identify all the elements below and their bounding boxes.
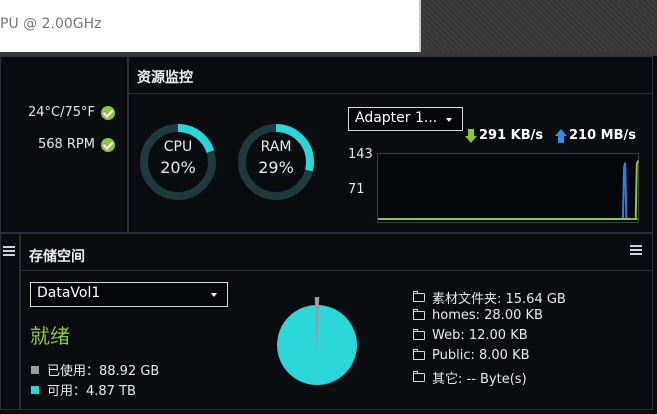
- cpu-gauge-label: CPU: [163, 139, 193, 155]
- chevron-down-icon: [446, 118, 452, 122]
- storage-title: 存储空间: [29, 249, 85, 265]
- resource-monitor-panel: 资源监控 CPU 20% RAM 29% Adapter 1... 291 KB…: [128, 56, 653, 233]
- folder-icon: [413, 309, 425, 320]
- cpu-gauge: CPU 20%: [138, 122, 218, 202]
- list-menu-icon[interactable]: [630, 245, 642, 255]
- folder-item: Web: 12.00 KB: [413, 328, 528, 343]
- adapter-select[interactable]: Adapter 1...: [348, 107, 463, 131]
- check-ok-icon: [101, 105, 115, 120]
- folder-icon: [413, 291, 425, 302]
- resource-monitor-title: 资源监控: [137, 70, 193, 86]
- folder-icon: [413, 349, 425, 360]
- left-panel-fragment: [0, 233, 20, 410]
- used-label: 已使用：88.92 GB: [47, 364, 160, 379]
- download-speed-value: 291 KB/s: [479, 128, 544, 143]
- download-arrow-icon: [465, 128, 477, 143]
- folder-label: homes: 28.00 KB: [432, 308, 543, 323]
- used-legend: 已使用：88.92 GB: [31, 360, 159, 379]
- fan-row: 568 RPM: [38, 137, 115, 152]
- temperature-row: 24°C/75°F: [28, 105, 115, 120]
- used-swatch: [31, 365, 39, 374]
- network-chart: [377, 153, 639, 223]
- folder-icon: [413, 371, 425, 382]
- desktop-background: [421, 0, 657, 53]
- storage-header: 存储空间: [21, 234, 652, 271]
- cpu-gauge-value: 20%: [160, 158, 196, 177]
- upload-speed: 210 MB/s: [555, 128, 636, 143]
- storage-panel: 存储空间 DataVol1 就绪 已使用：88.92 GB 可用：4.87 TB…: [20, 233, 653, 410]
- temperature-value: 24°C/75°F: [27, 105, 95, 120]
- chevron-down-icon: [211, 293, 217, 297]
- folder-label: Web: 12.00 KB: [432, 328, 528, 343]
- folder-item: 素材文件夹: 15.64 GB: [413, 288, 566, 307]
- free-swatch: [31, 385, 39, 394]
- adapter-select-value: Adapter 1...: [355, 110, 438, 126]
- volume-select[interactable]: DataVol1: [30, 282, 228, 307]
- folder-icon: [413, 329, 425, 340]
- ram-gauge-value: 29%: [258, 158, 294, 177]
- cpu-model-text: PU @ 2.00GHz: [0, 16, 102, 32]
- free-legend: 可用：4.87 TB: [31, 380, 136, 399]
- folder-label: 其它: -- Byte(s): [432, 372, 527, 387]
- folder-item: 其它: -- Byte(s): [413, 368, 527, 387]
- resource-monitor-header: 资源监控: [129, 57, 652, 94]
- upload-arrow-icon: [555, 128, 567, 143]
- folder-label: Public: 8.00 KB: [432, 348, 530, 363]
- folder-label: 素材文件夹: 15.64 GB: [432, 292, 566, 307]
- download-speed: 291 KB/s: [465, 128, 543, 143]
- upload-speed-value: 210 MB/s: [569, 128, 636, 143]
- storage-pie-chart: [277, 296, 357, 385]
- folder-item: Public: 8.00 KB: [413, 348, 530, 363]
- chart-y-tick-top: 143: [348, 147, 373, 162]
- check-ok-icon: [101, 137, 115, 152]
- free-label: 可用：4.87 TB: [47, 384, 136, 399]
- fan-speed-value: 568 RPM: [37, 137, 95, 152]
- volume-select-value: DataVol1: [37, 285, 101, 301]
- chart-frame: [377, 153, 639, 223]
- list-menu-icon[interactable]: [3, 246, 15, 256]
- folder-item: homes: 28.00 KB: [413, 308, 543, 323]
- ram-gauge: RAM 29%: [236, 122, 316, 202]
- chart-y-tick-mid: 71: [348, 182, 365, 197]
- ram-gauge-label: RAM: [260, 139, 292, 155]
- system-health-panel: 24°C/75°F 568 RPM: [0, 56, 128, 233]
- volume-status: 就绪: [30, 324, 70, 348]
